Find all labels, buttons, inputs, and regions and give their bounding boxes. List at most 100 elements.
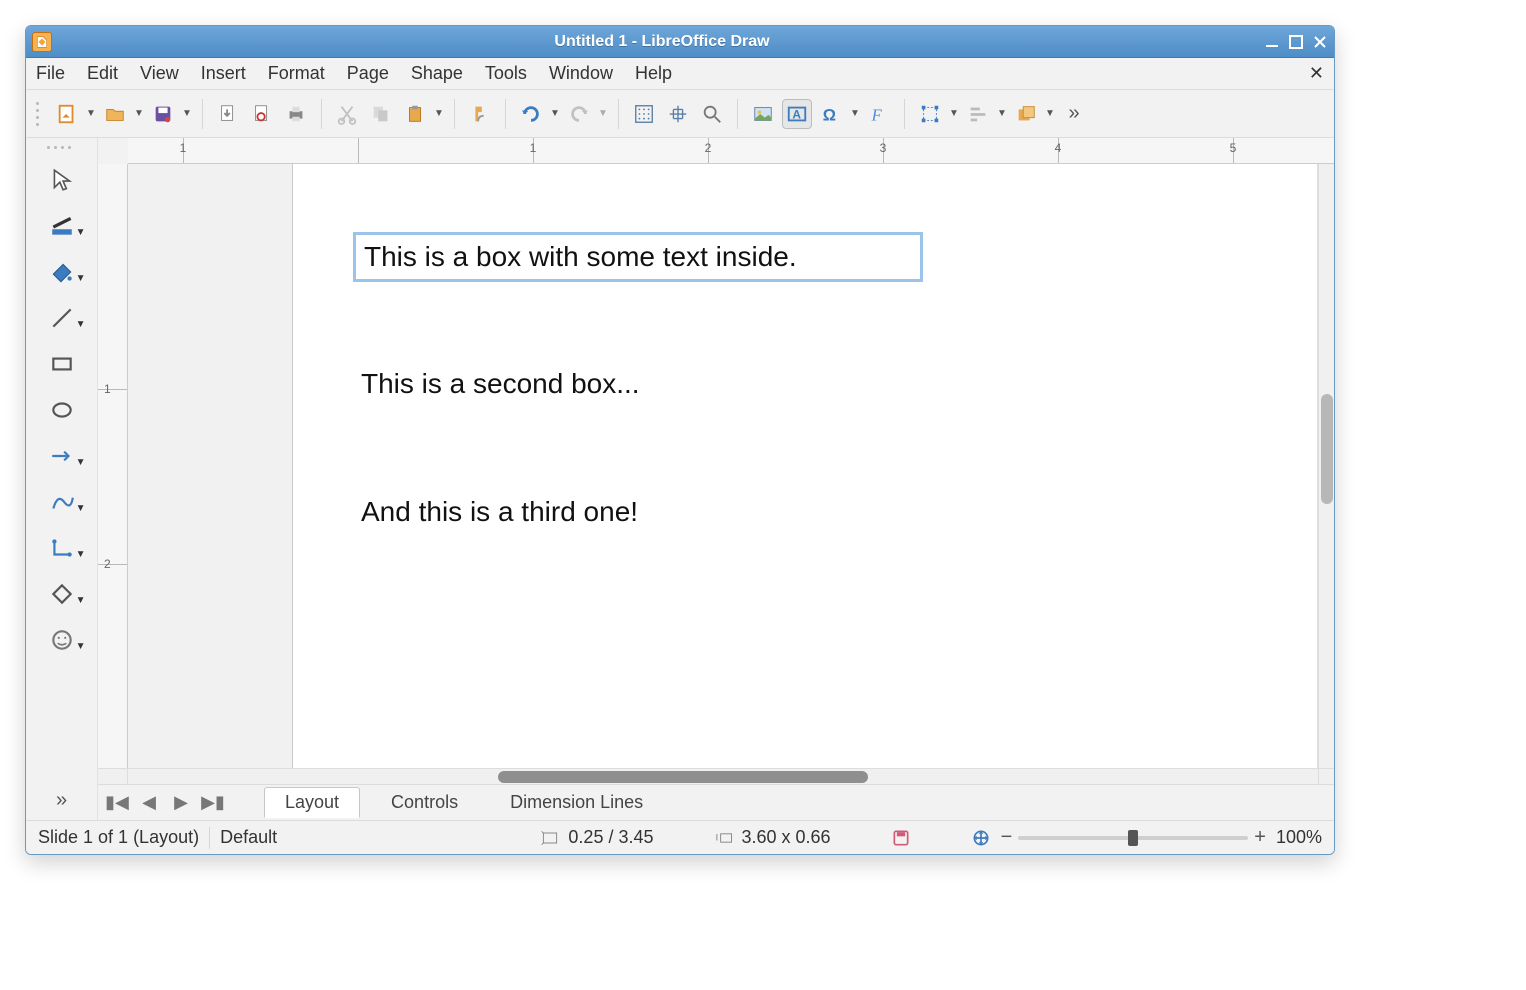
title-bar: Untitled 1 - LibreOffice Draw — [26, 26, 1334, 58]
print-icon[interactable] — [281, 99, 311, 129]
fill-color-tool-icon[interactable]: ▼ — [36, 254, 88, 290]
zoom-icon[interactable] — [697, 99, 727, 129]
grid-icon[interactable] — [629, 99, 659, 129]
copy-icon[interactable] — [366, 99, 396, 129]
align-icon[interactable] — [963, 99, 993, 129]
menu-page[interactable]: Page — [347, 63, 389, 84]
left-tool-grip[interactable] — [45, 146, 73, 152]
clone-formatting-icon[interactable] — [465, 99, 495, 129]
left-tool-overflow-icon[interactable]: » — [56, 789, 67, 812]
snap-guides-icon[interactable] — [663, 99, 693, 129]
window-title: Untitled 1 - LibreOffice Draw — [60, 33, 1264, 51]
minimize-button[interactable] — [1264, 34, 1280, 50]
left-tool-panel: ▼ ▼ ▼ ▼ ▼ ▼ ▼ ▼ » — [26, 138, 98, 820]
tab-controls[interactable]: Controls — [370, 787, 479, 818]
tab-dimension-lines[interactable]: Dimension Lines — [489, 787, 664, 818]
transform-dropdown[interactable]: ▼ — [949, 108, 959, 119]
close-button[interactable] — [1312, 34, 1328, 50]
zoom-in-icon[interactable]: + — [1254, 826, 1266, 849]
open-document-icon[interactable] — [100, 99, 130, 129]
arrow-tool-icon[interactable]: ▼ — [36, 438, 88, 474]
status-save-icon[interactable] — [891, 828, 911, 848]
work-area: ▼ ▼ ▼ ▼ ▼ ▼ ▼ ▼ » ⌐ 1 1 2 3 4 5 — [26, 138, 1334, 820]
text-box-1[interactable]: This is a box with some text inside. — [353, 232, 923, 282]
svg-text:Ω: Ω — [823, 106, 836, 124]
ruler-h-label: 5 — [1230, 141, 1237, 155]
line-color-tool-icon[interactable]: ▼ — [36, 208, 88, 244]
select-tool-icon[interactable] — [36, 162, 88, 198]
text-box-3[interactable]: And this is a third one! — [353, 490, 923, 534]
app-window: Untitled 1 - LibreOffice Draw File Edit … — [25, 25, 1335, 855]
zoom-value[interactable]: 100% — [1276, 827, 1322, 848]
undo-dropdown[interactable]: ▼ — [550, 108, 560, 119]
curve-tool-icon[interactable]: ▼ — [36, 484, 88, 520]
open-document-dropdown[interactable]: ▼ — [134, 108, 144, 119]
prev-slide-icon[interactable]: ◀ — [138, 792, 160, 814]
special-character-dropdown[interactable]: ▼ — [850, 108, 860, 119]
cut-icon[interactable] — [332, 99, 362, 129]
menu-edit[interactable]: Edit — [87, 63, 118, 84]
maximize-button[interactable] — [1288, 34, 1304, 50]
save-document-dropdown[interactable]: ▼ — [182, 108, 192, 119]
transform-icon[interactable] — [915, 99, 945, 129]
menu-file[interactable]: File — [36, 63, 65, 84]
last-slide-icon[interactable]: ▶▮ — [202, 792, 224, 814]
symbol-shapes-tool-icon[interactable]: ▼ — [36, 622, 88, 658]
menu-insert[interactable]: Insert — [201, 63, 246, 84]
menu-format[interactable]: Format — [268, 63, 325, 84]
horizontal-scrollbar[interactable] — [128, 769, 1318, 784]
svg-text:I: I — [715, 832, 718, 842]
export-direct-icon[interactable] — [213, 99, 243, 129]
ruler-h-label: 1 — [530, 141, 537, 155]
text-box-2-text: This is a second box... — [361, 368, 640, 399]
text-box-1-text: This is a box with some text inside. — [364, 241, 797, 272]
zoom-slider[interactable]: − + — [1001, 826, 1266, 849]
connector-tool-icon[interactable]: ▼ — [36, 530, 88, 566]
arrange-icon[interactable] — [1011, 99, 1041, 129]
menu-shape[interactable]: Shape — [411, 63, 463, 84]
vertical-scrollbar[interactable] — [1318, 164, 1334, 768]
insert-image-icon[interactable] — [748, 99, 778, 129]
next-slide-icon[interactable]: ▶ — [170, 792, 192, 814]
status-slide: Slide 1 of 1 (Layout) — [38, 827, 199, 848]
undo-icon[interactable] — [516, 99, 546, 129]
toolbar-overflow-icon[interactable]: » — [1059, 99, 1089, 129]
position-icon — [540, 828, 560, 848]
paste-dropdown[interactable]: ▼ — [434, 108, 444, 119]
main-toolbar: ▼ ▼ ▼ ▼ ▼ ▼ A Ω ▼ F ▼ ▼ — [26, 90, 1334, 138]
fontwork-icon[interactable]: F — [864, 99, 894, 129]
vertical-ruler[interactable]: 1 2 — [98, 164, 128, 768]
special-character-icon[interactable]: Ω — [816, 99, 846, 129]
save-document-icon[interactable] — [148, 99, 178, 129]
align-dropdown[interactable]: ▼ — [997, 108, 1007, 119]
first-slide-icon[interactable]: ▮◀ — [106, 792, 128, 814]
new-document-icon[interactable] — [52, 99, 82, 129]
paste-icon[interactable] — [400, 99, 430, 129]
basic-shapes-tool-icon[interactable]: ▼ — [36, 576, 88, 612]
rectangle-tool-icon[interactable] — [36, 346, 88, 382]
horizontal-ruler[interactable]: ⌐ 1 1 2 3 4 5 — [128, 138, 1334, 164]
zoom-out-icon[interactable]: − — [1001, 826, 1013, 849]
redo-dropdown[interactable]: ▼ — [598, 108, 608, 119]
status-size: I 3.60 x 0.66 — [714, 827, 831, 848]
drawing-canvas[interactable]: This is a box with some text inside. Thi… — [128, 164, 1318, 768]
menu-window[interactable]: Window — [549, 63, 613, 84]
export-pdf-icon[interactable] — [247, 99, 277, 129]
menu-help[interactable]: Help — [635, 63, 672, 84]
app-icon — [32, 32, 52, 52]
close-document-icon[interactable]: ✕ — [1309, 63, 1324, 84]
arrange-dropdown[interactable]: ▼ — [1045, 108, 1055, 119]
tab-layout[interactable]: Layout — [264, 787, 360, 818]
ellipse-tool-icon[interactable] — [36, 392, 88, 428]
menu-view[interactable]: View — [140, 63, 179, 84]
svg-text:F: F — [871, 105, 883, 124]
redo-icon[interactable] — [564, 99, 594, 129]
text-box-2[interactable]: This is a second box... — [353, 362, 923, 406]
text-box-icon[interactable]: A — [782, 99, 812, 129]
toolbar-grip[interactable] — [36, 100, 42, 128]
menu-tools[interactable]: Tools — [485, 63, 527, 84]
canvas-column: ⌐ 1 1 2 3 4 5 1 2 This is a box with som… — [98, 138, 1334, 820]
new-document-dropdown[interactable]: ▼ — [86, 108, 96, 119]
fit-page-icon[interactable] — [971, 828, 991, 848]
line-tool-icon[interactable]: ▼ — [36, 300, 88, 336]
